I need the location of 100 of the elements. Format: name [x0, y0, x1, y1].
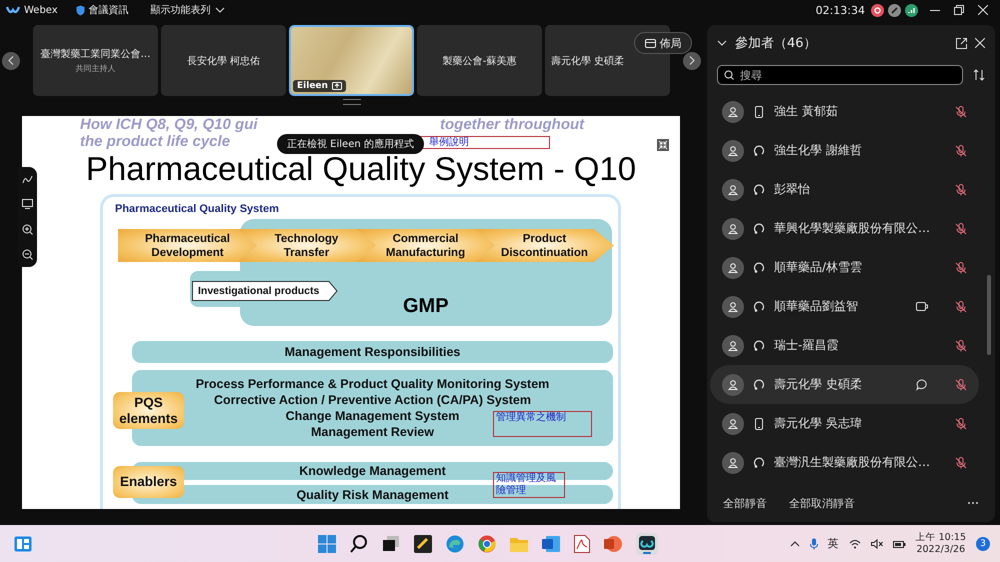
- mic-muted-icon[interactable]: [955, 418, 967, 430]
- participant-name: 製藥公會-蘇美惠: [442, 54, 516, 68]
- participant-row[interactable]: 強生 黃郁茹: [710, 92, 979, 131]
- participant-row[interactable]: 瑞士-羅昌霞: [710, 326, 979, 365]
- panel-title: 參加者（46）: [735, 35, 818, 52]
- resize-handle[interactable]: [343, 99, 361, 105]
- meeting-info-link[interactable]: 會議資訊: [88, 3, 129, 17]
- zoom-out-icon[interactable]: [22, 248, 33, 260]
- search-icon[interactable]: [350, 534, 368, 552]
- previous-button[interactable]: [2, 52, 20, 70]
- person-icon: [728, 184, 738, 194]
- mic-muted-icon[interactable]: [955, 106, 967, 118]
- chevron-right-icon: [689, 56, 695, 65]
- participant-tile[interactable]: 臺灣製藥工業同業公會… 共同主持人: [33, 25, 158, 96]
- zoom-in-icon[interactable]: [22, 224, 33, 235]
- collapse-icon[interactable]: [717, 40, 727, 46]
- wifi-icon[interactable]: [848, 538, 861, 548]
- headset-icon: [753, 184, 765, 196]
- footer-button[interactable]: 全部取消靜音: [789, 496, 855, 510]
- lifecycle-stage: Pharmaceutical Development: [118, 229, 257, 262]
- pqs-element: Management Review: [311, 424, 434, 440]
- participant-name: 瑞士-羅昌霞: [774, 337, 840, 354]
- participant-row[interactable]: 壽元化學 吳志瑋: [710, 404, 979, 443]
- widgets-icon[interactable]: [14, 536, 32, 552]
- signal-icon: [905, 4, 918, 16]
- participant-name: 強生 黃郁茹: [774, 103, 839, 120]
- management-bar: Management Responsibilities: [132, 341, 613, 363]
- screen-icon[interactable]: [22, 199, 33, 210]
- sharing-banner: 正在檢視 Eileen 的應用程式: [277, 134, 424, 154]
- participant-tile[interactable]: 長安化學 柯忠佑: [161, 25, 286, 96]
- participant-name: 強生化學 謝維哲: [774, 142, 863, 159]
- participant-row[interactable]: 臺灣汎生製藥廠股份有限公…: [710, 443, 979, 482]
- mic-muted-icon[interactable]: [955, 378, 967, 390]
- headset-icon: [753, 300, 765, 312]
- participant-row[interactable]: 強生化學 謝維哲: [710, 131, 979, 170]
- layout-icon: [644, 38, 656, 48]
- next-button[interactable]: [683, 52, 701, 70]
- more-icon[interactable]: [967, 501, 979, 505]
- close-icon[interactable]: [975, 38, 985, 48]
- headset-icon: [753, 340, 765, 352]
- participant-name: 彭翠怡: [774, 181, 811, 198]
- person-icon: [728, 106, 738, 116]
- slide-subheading: the product life cycle: [80, 133, 230, 150]
- close-icon[interactable]: [978, 5, 988, 15]
- notes-app-icon[interactable]: [414, 534, 432, 552]
- chevron-up-icon[interactable]: [790, 540, 800, 546]
- participant-name: 壽元化學 吳志瑋: [774, 415, 863, 432]
- pen-icon[interactable]: [22, 174, 33, 186]
- participant-row[interactable]: 華興化學製藥廠股份有限公…: [710, 209, 979, 248]
- participant-tile[interactable]: 製藥公會-蘇美惠: [417, 25, 542, 96]
- person-icon: [728, 380, 738, 390]
- annotation-note: 管理異常之機制: [493, 411, 592, 437]
- headset-icon: [753, 456, 765, 468]
- task-view-icon[interactable]: [382, 534, 400, 552]
- mic-muted-icon[interactable]: [955, 300, 967, 312]
- exit-fullscreen-icon[interactable]: [657, 139, 669, 151]
- document-icon[interactable]: [542, 534, 560, 552]
- app-name: Webex: [24, 4, 58, 16]
- participant-row[interactable]: 彭翠怡: [710, 170, 979, 209]
- pqs-element: Change Management System: [286, 408, 460, 424]
- person-icon: [728, 418, 738, 428]
- mic-muted-icon[interactable]: [955, 456, 967, 468]
- browser-icon[interactable]: [478, 534, 496, 552]
- person-icon: [728, 224, 738, 234]
- participant-name: 壽元化學 史碩柔: [550, 54, 624, 68]
- search-icon: [724, 70, 734, 80]
- participant-row[interactable]: 壽元化學 史碩柔: [710, 365, 979, 404]
- mic-muted-icon[interactable]: [955, 262, 967, 274]
- participant-row[interactable]: 順華藥品/林雪雲: [710, 248, 979, 287]
- menu-bar-toggle[interactable]: 顯示功能表列: [150, 3, 211, 17]
- meeting-app-icon[interactable]: [636, 532, 658, 554]
- sort-icon[interactable]: [973, 69, 985, 81]
- mic-muted-icon[interactable]: [955, 222, 967, 234]
- person-icon: [728, 146, 738, 156]
- participant-tile[interactable]: Eileen: [289, 25, 414, 96]
- pqs-elements-badge: PQS elements: [113, 392, 184, 429]
- mic-muted-icon[interactable]: [955, 144, 967, 156]
- battery-icon[interactable]: [892, 538, 906, 548]
- layout-button[interactable]: 佈局: [634, 32, 692, 54]
- phone-icon: [753, 418, 765, 430]
- input-method-indicator[interactable]: 英: [828, 536, 839, 551]
- scrollbar[interactable]: [987, 275, 991, 355]
- mic-muted-icon[interactable]: [955, 184, 967, 196]
- participant-name: 順華藥品/林雪雲: [774, 259, 864, 276]
- start-icon[interactable]: [318, 534, 336, 552]
- participant-row[interactable]: 順華藥品劉益智: [710, 287, 979, 326]
- search-field[interactable]: 搜尋: [717, 65, 963, 85]
- presentation-icon[interactable]: [604, 534, 622, 552]
- pdf-icon[interactable]: [574, 534, 590, 552]
- microphone-icon[interactable]: [810, 538, 818, 550]
- footer-button[interactable]: 全部靜音: [723, 496, 767, 510]
- browser-icon[interactable]: [446, 534, 464, 552]
- restore-icon[interactable]: [954, 5, 964, 15]
- speaker-muted-icon[interactable]: [870, 538, 883, 548]
- notification-count[interactable]: 3: [976, 536, 990, 550]
- pop-out-icon[interactable]: [956, 38, 967, 48]
- chevron-down-icon[interactable]: [214, 7, 225, 13]
- clock[interactable]: 上午 10:15 2022/3/26: [916, 532, 966, 556]
- pqs-element: Corrective Action / Preventive Action (CA/PA) System: [214, 392, 531, 408]
- mic-muted-icon[interactable]: [955, 340, 967, 352]
